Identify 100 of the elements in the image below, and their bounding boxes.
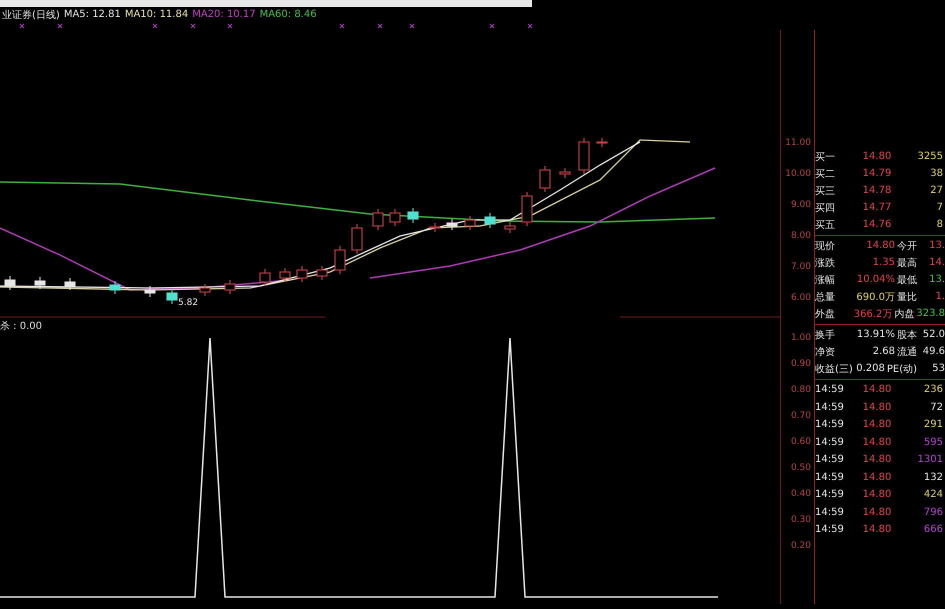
candlestick bbox=[280, 268, 290, 282]
quote-label: 外盘 bbox=[815, 308, 835, 320]
quote-label: 最高 bbox=[897, 256, 917, 270]
stat-value: 52.0 bbox=[922, 329, 945, 340]
candlestick bbox=[522, 192, 532, 226]
candlestick bbox=[390, 208, 400, 226]
candlestick bbox=[110, 280, 120, 294]
candlestick bbox=[200, 284, 210, 296]
indicator-axis-label: 0.40 bbox=[790, 489, 811, 500]
quote-value: 13. bbox=[928, 240, 945, 251]
indicator-axis-label: 0.60 bbox=[790, 437, 811, 448]
bid-price: 14.76 bbox=[862, 219, 892, 230]
moving-average-legend: MA60: 8.46 bbox=[260, 9, 317, 20]
candlestick bbox=[578, 138, 590, 174]
candlestick bbox=[260, 268, 270, 286]
quote-value: 323.8 bbox=[915, 308, 945, 319]
candlestick bbox=[352, 224, 362, 254]
quote-value: 1.35 bbox=[872, 257, 896, 268]
quote-value: 1. bbox=[934, 291, 945, 302]
quote-label: 内盘 bbox=[894, 308, 914, 320]
tick-time: 14:59 bbox=[815, 436, 845, 448]
bid-label: 买三 bbox=[815, 184, 836, 198]
candlestick bbox=[64, 278, 76, 290]
candlestick bbox=[446, 218, 458, 230]
quote-value: 690.0万 bbox=[855, 290, 896, 304]
stat-label: 收益(三) bbox=[815, 362, 853, 376]
indicator-axis-label: 0.50 bbox=[790, 463, 811, 474]
indicator-title: 杀 : 0.00 bbox=[0, 320, 43, 334]
tick-volume: 291 bbox=[922, 419, 943, 430]
quote-value: 14. bbox=[928, 257, 945, 268]
stat-label: PE(动) bbox=[886, 362, 917, 376]
tick-time: 14:59 bbox=[815, 489, 845, 500]
moving-average-legend: MA10: 11.84 bbox=[124, 9, 188, 20]
candlestick bbox=[560, 168, 570, 178]
tick-time: 14:59 bbox=[815, 384, 845, 396]
moving-average-legend: MA20: 10.17 bbox=[192, 9, 256, 20]
bid-volume: 3255 bbox=[916, 151, 943, 162]
indicator-axis-label: 1.00 bbox=[790, 333, 811, 344]
bid-volume: 8 bbox=[936, 219, 943, 230]
tick-time: 14:59 bbox=[815, 524, 845, 536]
price-axis-label: 6.00 bbox=[790, 293, 811, 304]
quote-value: 13. bbox=[928, 274, 945, 285]
bid-label: 买五 bbox=[815, 218, 836, 232]
tick-time: 14:59 bbox=[815, 419, 845, 430]
tick-price: 14.80 bbox=[862, 524, 892, 536]
price-axis-label: 11.00 bbox=[785, 138, 811, 149]
indicator-axis-label: 0.30 bbox=[790, 515, 811, 526]
candlestick bbox=[34, 276, 46, 290]
stat-value: 53 bbox=[931, 363, 945, 374]
candlestick bbox=[484, 212, 496, 228]
stock-title: 业证券(日线) bbox=[2, 8, 60, 22]
bid-price: 14.80 bbox=[862, 151, 892, 162]
candlestick bbox=[596, 138, 608, 148]
quote-value: 14.80 bbox=[865, 240, 896, 251]
indicator-axis-label: 0.90 bbox=[790, 359, 811, 370]
quote-label: 最低 bbox=[897, 274, 917, 286]
candlestick bbox=[464, 216, 476, 230]
tick-price: 14.80 bbox=[862, 402, 892, 413]
low-price-label: 5.82 bbox=[178, 298, 198, 308]
tick-price: 14.80 bbox=[862, 454, 892, 466]
candlestick bbox=[144, 286, 156, 298]
tick-volume: 132 bbox=[922, 472, 943, 483]
tick-time: 14:59 bbox=[815, 506, 845, 518]
candlestick bbox=[316, 266, 328, 280]
candlestick bbox=[224, 280, 236, 294]
bid-volume: 38 bbox=[929, 168, 943, 179]
candlestick bbox=[296, 266, 308, 282]
tick-volume: 72 bbox=[929, 402, 943, 413]
quote-value: 366.2万 bbox=[852, 308, 894, 320]
quote-label: 今开 bbox=[897, 240, 917, 252]
bid-volume: 7 bbox=[936, 202, 943, 213]
tick-volume: 796 bbox=[922, 506, 943, 518]
quote-label: 量比 bbox=[897, 290, 917, 304]
candlestick bbox=[504, 222, 516, 234]
tick-price: 14.80 bbox=[862, 506, 892, 518]
stat-value: 49.6 bbox=[922, 346, 945, 357]
indicator-axis-label: 0.20 bbox=[790, 541, 811, 552]
quote-value: 10.04% bbox=[856, 274, 896, 285]
candlestick bbox=[4, 276, 16, 290]
candlestick bbox=[166, 288, 178, 304]
stat-value: 0.208 bbox=[855, 363, 886, 374]
bid-price: 14.79 bbox=[862, 168, 892, 179]
bid-label: 买二 bbox=[815, 168, 836, 180]
price-axis-label: 10.00 bbox=[785, 169, 811, 180]
bid-label: 买四 bbox=[815, 202, 836, 214]
tick-price: 14.80 bbox=[862, 384, 892, 396]
candlestick bbox=[430, 222, 440, 232]
quote-label: 涨幅 bbox=[815, 274, 835, 286]
tick-price: 14.80 bbox=[862, 419, 892, 430]
stat-value: 13.91% bbox=[856, 329, 896, 340]
price-axis-label: 9.00 bbox=[790, 200, 811, 211]
indicator-axis-label: 0.80 bbox=[790, 385, 811, 396]
tick-time: 14:59 bbox=[815, 402, 845, 413]
stat-label: 股本 bbox=[897, 328, 917, 342]
tick-price: 14.80 bbox=[862, 472, 892, 483]
tick-volume: 666 bbox=[922, 524, 943, 536]
stat-value: 2.68 bbox=[872, 346, 896, 357]
tick-volume: 424 bbox=[922, 489, 943, 500]
stat-label: 净资 bbox=[815, 346, 835, 358]
bid-price: 14.78 bbox=[862, 185, 892, 196]
